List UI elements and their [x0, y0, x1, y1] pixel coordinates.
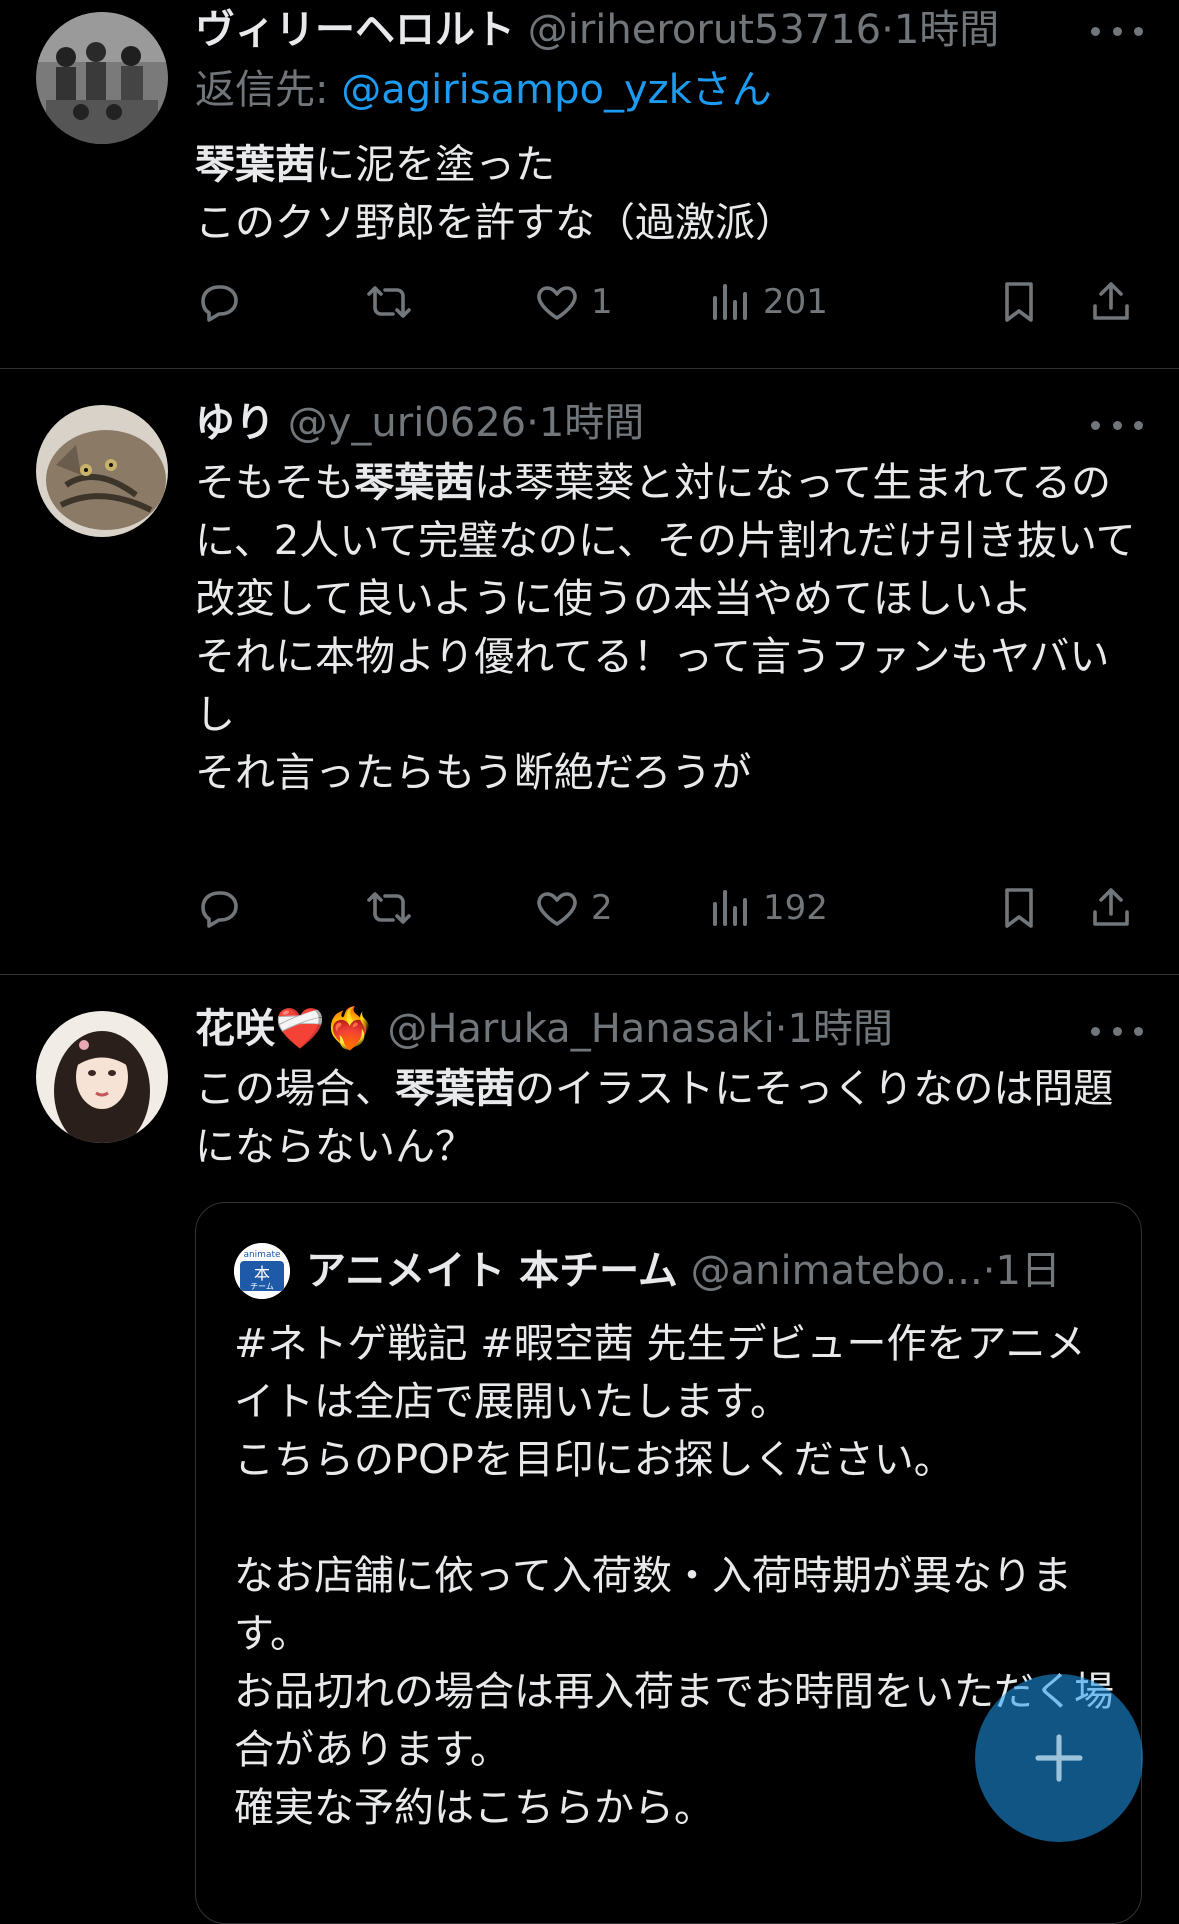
- bookmark-button[interactable]: [995, 272, 1043, 332]
- quoted-author-name[interactable]: アニメイト 本チーム: [306, 1245, 678, 1297]
- separator-dot: ·: [526, 400, 539, 446]
- anime-girl-avatar-icon: [36, 1011, 168, 1143]
- quoted-author-handle[interactable]: @animatebo...: [691, 1245, 983, 1297]
- cat-avatar-icon: [36, 405, 168, 537]
- reply-context: 返信先: @agirisampo_yzkさん: [195, 64, 772, 116]
- logo-text-mid: 本: [254, 1264, 270, 1283]
- tweet-text: そもそも琴葉茜は琴葉葵と対になって生まれてるのに、2人いて完璧なのに、その片割れ…: [195, 454, 1140, 802]
- share-button[interactable]: [1087, 272, 1135, 332]
- author-name[interactable]: ゆり: [195, 400, 275, 446]
- author-name[interactable]: 花咲: [195, 1006, 275, 1052]
- more-dot-icon: [1091, 1026, 1100, 1036]
- tweet-2[interactable]: ゆり @y_uri0626·1時間 そもそも琴葉茜は琴葉葵と対になって生まれてる…: [0, 369, 1179, 974]
- author-handle[interactable]: @iriherorut53716: [528, 7, 881, 53]
- bookmark-icon: [1005, 888, 1033, 928]
- bold-text: 琴葉茜: [195, 142, 315, 188]
- tweet-text: 琴葉茜に泥を塗った このクソ野郎を許すな（過激派）: [195, 136, 1140, 252]
- more-options-button[interactable]: [1091, 16, 1143, 46]
- reply-suffix[interactable]: さん: [692, 67, 772, 113]
- author-name[interactable]: ヴィリーヘロルト: [195, 7, 515, 53]
- more-dot-icon: [1112, 26, 1122, 36]
- more-dot-icon: [1112, 420, 1122, 430]
- tweet-text-pre: この場合、: [195, 1066, 395, 1112]
- bold-text: 琴葉茜: [395, 1066, 515, 1112]
- share-icon: [1093, 282, 1129, 320]
- post-time[interactable]: 1時間: [788, 1006, 893, 1052]
- retweet-icon: [367, 286, 411, 318]
- like-button[interactable]: 2: [533, 878, 613, 938]
- author-handle[interactable]: @Haruka_Hanasaki: [387, 1006, 774, 1052]
- tweet-text-pre: そもそも: [195, 460, 355, 506]
- post-time[interactable]: 1時間: [894, 7, 999, 53]
- tweet-1[interactable]: ヴィリーヘロルト @iriherorut53716·1時間 返信先: @agir…: [0, 0, 1179, 368]
- view-count: 192: [763, 888, 828, 928]
- more-dot-icon: [1134, 1026, 1143, 1036]
- views-icon: [713, 284, 747, 320]
- author-handle[interactable]: @y_uri0626: [288, 400, 526, 446]
- bold-text: 琴葉茜: [354, 460, 475, 506]
- views-icon: [713, 890, 747, 926]
- like-count: 2: [591, 888, 613, 928]
- tweet-text-rest: は琴葉葵と対になって生まれてるのに、2人いて完璧なのに、その片割れだけ引き抜いて…: [195, 460, 1136, 796]
- action-bar: 2 192: [195, 878, 1145, 938]
- retweet-icon: [367, 892, 411, 924]
- logo-text-bot: チーム: [250, 1282, 274, 1291]
- share-icon: [1093, 888, 1129, 926]
- more-dot-icon: [1134, 26, 1143, 36]
- separator-dot: ·: [881, 7, 894, 53]
- views-button[interactable]: 201: [705, 272, 828, 332]
- compose-button[interactable]: [975, 1674, 1143, 1842]
- separator-dot: ·: [982, 1248, 996, 1294]
- heart-icon: [537, 892, 577, 926]
- avatar-cat[interactable]: [36, 405, 168, 537]
- tweet-text: この場合、琴葉茜のイラストにそっくりなのは問題にならないん？: [195, 1060, 1140, 1176]
- animate-logo-avatar-icon: animate 本 チーム: [234, 1243, 290, 1299]
- logo-text-top: animate: [243, 1250, 281, 1260]
- like-button[interactable]: 1: [533, 272, 613, 332]
- reply-button[interactable]: [195, 272, 243, 332]
- quoted-avatar[interactable]: animate 本 チーム: [234, 1243, 290, 1299]
- share-button[interactable]: [1087, 878, 1135, 938]
- more-dot-icon: [1134, 420, 1143, 430]
- name-emoji-icon: ❤️‍🩹❤️‍🔥: [275, 1006, 375, 1052]
- reply-prefix: 返信先:: [195, 67, 342, 113]
- view-count: 201: [763, 282, 828, 322]
- reply-mention[interactable]: @agirisampo_yzk: [341, 67, 692, 113]
- avatar-anime-girl[interactable]: [36, 1011, 168, 1143]
- reply-icon: [201, 891, 238, 928]
- retweet-button[interactable]: [365, 878, 413, 938]
- bookmark-button[interactable]: [995, 878, 1043, 938]
- more-options-button[interactable]: [1091, 1016, 1143, 1046]
- views-button[interactable]: 192: [705, 878, 828, 938]
- quoted-tweet-header: animate 本 チーム アニメイト 本チーム @animatebo... · 1…: [234, 1243, 1061, 1299]
- action-bar: 1 201: [195, 272, 1145, 332]
- post-time[interactable]: 1時間: [539, 400, 644, 446]
- reply-icon: [201, 285, 238, 322]
- quoted-post-time[interactable]: 1日: [995, 1245, 1060, 1297]
- bookmark-icon: [1005, 282, 1033, 322]
- like-count: 1: [591, 282, 613, 322]
- separator-dot: ·: [774, 1006, 788, 1052]
- reply-button[interactable]: [195, 878, 243, 938]
- more-dot-icon: [1091, 420, 1100, 430]
- plus-icon: [1035, 1734, 1083, 1782]
- more-dot-icon: [1091, 26, 1100, 36]
- group-photo-avatar-icon: [36, 12, 168, 144]
- avatar-group-photo[interactable]: [36, 12, 168, 144]
- heart-icon: [537, 286, 577, 320]
- more-options-button[interactable]: [1091, 410, 1143, 440]
- more-dot-icon: [1112, 1026, 1122, 1036]
- retweet-button[interactable]: [365, 272, 413, 332]
